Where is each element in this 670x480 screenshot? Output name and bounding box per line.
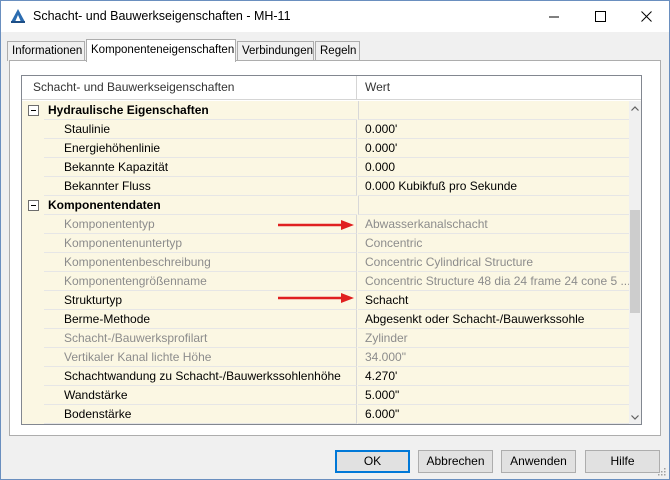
civil3d-app-icon	[10, 8, 26, 24]
dialog-window: Schacht- und Bauwerkseigenschaften - MH-…	[0, 0, 670, 480]
property-grid: Schacht- und Bauwerkseigenschaften Wert …	[21, 75, 642, 425]
row-gutter	[22, 177, 44, 196]
scroll-down-icon[interactable]	[629, 410, 641, 424]
property-row[interactable]: Vertikaler Kanal lichte Höhe 34.000"	[22, 348, 629, 367]
property-name: Komponentenbeschreibung	[44, 253, 357, 272]
close-button[interactable]	[623, 1, 669, 32]
category-label: Komponentendaten	[44, 196, 357, 215]
property-value: 34.000"	[358, 348, 629, 367]
category-row[interactable]: Hydraulische Eigenschaften	[22, 101, 629, 120]
property-name: Vertikaler Kanal lichte Höhe	[44, 348, 357, 367]
ok-button[interactable]: OK	[335, 450, 410, 473]
property-name: Energiehöhenlinie	[44, 139, 357, 158]
row-gutter	[22, 234, 44, 253]
property-value	[358, 196, 629, 215]
scroll-up-icon[interactable]	[629, 101, 641, 115]
property-name: Bekannte Kapazität	[44, 158, 357, 177]
property-row[interactable]: Komponentengrößenname Concentric Structur…	[22, 272, 629, 291]
row-gutter	[22, 329, 44, 348]
resize-grip-icon[interactable]	[656, 466, 666, 476]
property-value[interactable]: 5.000"	[358, 386, 629, 405]
scrollbar-thumb[interactable]	[630, 210, 640, 313]
row-gutter	[22, 158, 44, 177]
property-row[interactable]: Staulinie 0.000'	[22, 120, 629, 139]
column-header-property[interactable]: Schacht- und Bauwerkseigenschaften	[22, 76, 357, 100]
row-gutter	[22, 253, 44, 272]
window-title: Schacht- und Bauwerkseigenschaften - MH-…	[33, 9, 291, 23]
tab-verbindungen[interactable]: Verbindungen	[237, 41, 314, 61]
row-gutter	[22, 291, 44, 310]
row-gutter	[22, 139, 44, 158]
category-label: Hydraulische Eigenschaften	[44, 101, 357, 120]
property-row[interactable]: Bekannter Fluss 0.000 Kubikfuß pro Sekund…	[22, 177, 629, 196]
cancel-button[interactable]: Abbrechen	[418, 450, 493, 473]
title-bar[interactable]: Schacht- und Bauwerkseigenschaften - MH-…	[1, 1, 669, 32]
property-value[interactable]: 0.000 Kubikfuß pro Sekunde	[358, 177, 629, 196]
close-icon	[640, 11, 652, 22]
row-gutter	[22, 310, 44, 329]
property-value: Zylinder	[358, 329, 629, 348]
property-value[interactable]: Schacht	[358, 291, 629, 310]
vertical-scrollbar[interactable]	[629, 101, 641, 424]
grid-header: Schacht- und Bauwerkseigenschaften Wert	[22, 76, 641, 100]
property-name: Komponentenuntertyp	[44, 234, 357, 253]
row-gutter	[22, 367, 44, 386]
column-header-value[interactable]: Wert	[358, 76, 628, 100]
property-name: Wandstärke	[44, 386, 357, 405]
property-name: Schachtwandung zu Schacht-/Bauwerkssohle…	[44, 367, 357, 386]
minimize-icon	[548, 11, 560, 22]
property-name: Komponentengrößenname	[44, 272, 357, 291]
property-name: Bodenstärke	[44, 405, 357, 424]
help-button[interactable]: Hilfe	[585, 450, 660, 473]
property-value: Concentric Cylindrical Structure	[358, 253, 629, 272]
row-gutter	[22, 215, 44, 234]
property-name: Schacht-/Bauwerksprofilart	[44, 329, 357, 348]
property-name: Berme-Methode	[44, 310, 357, 329]
property-row[interactable]: Energiehöhenlinie 0.000'	[22, 139, 629, 158]
row-gutter	[22, 405, 44, 424]
property-value[interactable]: 6.000"	[358, 405, 629, 424]
property-row[interactable]: Schachtwandung zu Schacht-/Bauwerkssohle…	[22, 367, 629, 386]
property-value[interactable]: 0.000'	[358, 120, 629, 139]
property-value[interactable]: 0.000'	[358, 139, 629, 158]
property-value[interactable]: 4.270'	[358, 367, 629, 386]
tab-regeln[interactable]: Regeln	[315, 41, 360, 61]
property-value: Abwasserkanalschacht	[358, 215, 629, 234]
property-row[interactable]: Berme-Methode Abgesenkt oder Schacht-/Bau…	[22, 310, 629, 329]
red-arrow-icon	[278, 293, 354, 303]
property-row[interactable]: Bodenstärke 6.000"	[22, 405, 629, 424]
collapse-icon[interactable]	[28, 105, 39, 116]
category-row[interactable]: Komponentendaten	[22, 196, 629, 215]
property-row[interactable]: Schacht-/Bauwerksprofilart Zylinder	[22, 329, 629, 348]
property-row[interactable]: Wandstärke 5.000"	[22, 386, 629, 405]
property-value: Concentric	[358, 234, 629, 253]
tab-informationen[interactable]: Informationen	[7, 41, 85, 61]
apply-button[interactable]: Anwenden	[501, 450, 576, 473]
maximize-icon	[594, 11, 606, 22]
row-gutter	[22, 386, 44, 405]
property-row[interactable]: Bekannte Kapazität 0.000	[22, 158, 629, 177]
collapse-icon[interactable]	[28, 200, 39, 211]
row-gutter	[22, 272, 44, 291]
property-row[interactable]: Komponentenbeschreibung Concentric Cylind…	[22, 253, 629, 272]
red-arrow-icon	[278, 220, 354, 230]
tab-komponenteneigenschaften[interactable]: Komponenteneigenschaften	[86, 39, 236, 62]
property-value: Concentric Structure 48 dia 24 frame 24 …	[358, 272, 629, 291]
property-value[interactable]: 0.000	[358, 158, 629, 177]
property-name: Staulinie	[44, 120, 357, 139]
maximize-button[interactable]	[577, 1, 623, 32]
minimize-button[interactable]	[531, 1, 577, 32]
property-value[interactable]: Abgesenkt oder Schacht-/Bauwerkssohle	[358, 310, 629, 329]
property-row[interactable]: Komponentenuntertyp Concentric	[22, 234, 629, 253]
property-name: Bekannter Fluss	[44, 177, 357, 196]
row-gutter	[22, 348, 44, 367]
row-gutter	[22, 120, 44, 139]
property-value	[358, 101, 629, 120]
